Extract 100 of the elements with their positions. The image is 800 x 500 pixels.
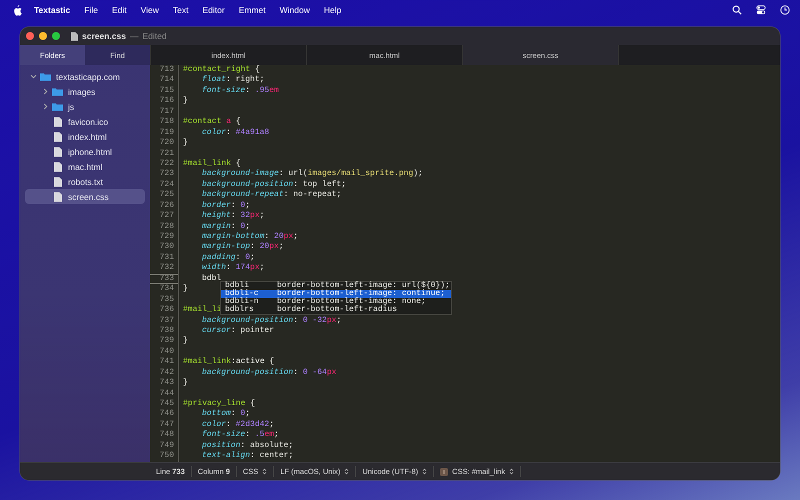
code-line: font-size: .5em; (201, 430, 279, 441)
line-number: 717 (150, 106, 179, 118)
code-line: background-position: top left; (201, 180, 346, 190)
code-line: margin-bottom: 20px; (201, 232, 298, 242)
menu-item[interactable]: Help (324, 5, 342, 15)
zoom-button[interactable] (52, 32, 60, 40)
line-number: 727 (150, 211, 179, 222)
code-line: position: absolute; (201, 440, 294, 451)
code-line: background-position: 0 -64px (201, 368, 336, 378)
line-number: 713 (150, 65, 179, 76)
menu-item[interactable]: Textastic (34, 5, 70, 15)
file-tree-item[interactable]: robots.txt (25, 174, 145, 189)
line-number: 716 (150, 96, 179, 107)
code-line: } (182, 336, 188, 347)
menu-item[interactable]: View (140, 5, 159, 15)
menu-item[interactable]: Editor (202, 5, 225, 15)
completion-item[interactable]: bdbli-n border-bottom-left-image: none; (221, 298, 451, 306)
line-number: 732 (150, 263, 179, 274)
line-number: 725 (150, 190, 179, 201)
line-number: 729 (150, 232, 179, 242)
line-number: 743 (150, 378, 179, 389)
folder-icon (52, 102, 63, 111)
line-number: 740 (150, 346, 179, 358)
line-number: 720 (150, 138, 179, 148)
code-line: #privacy_line { (182, 399, 256, 409)
line-number: 738 (150, 326, 179, 336)
line-number: 718 (150, 117, 179, 128)
completion-item[interactable]: bdblrs border-bottom-left-radius (221, 306, 451, 314)
minimize-button[interactable] (39, 32, 47, 40)
code-line: bottom: 0; (201, 409, 250, 420)
line-number: 714 (150, 75, 179, 86)
file-tree-item[interactable]: favicon.ico (25, 114, 145, 129)
line-number: 728 (150, 222, 179, 232)
line-number: 745 (150, 399, 179, 410)
menu-item[interactable]: File (84, 5, 98, 15)
code-line: #mail_li (182, 305, 222, 316)
menu-item[interactable]: Text (172, 5, 188, 15)
code-line: #mail_link { (182, 158, 241, 169)
code-line: #contact a { (182, 117, 241, 128)
line-number: 721 (150, 148, 179, 159)
chevron-icon[interactable] (30, 74, 37, 79)
file-tree-item[interactable]: js (25, 99, 145, 114)
up-down-chevron-icon (344, 468, 350, 475)
line-number: 730 (150, 242, 179, 253)
line-number: 737 (150, 316, 179, 326)
document-icon (71, 32, 78, 40)
code-line: background-repeat: no-repeat; (201, 190, 342, 201)
line-number: 722 (150, 158, 179, 170)
line-number: 736 (150, 305, 179, 316)
code-line: background-image: url(images/mail_sprite.png); (201, 169, 423, 180)
code-line: } (182, 96, 188, 107)
file-tree-item[interactable]: textasticapp.com (25, 69, 145, 84)
line-number: 746 (150, 409, 179, 420)
search-icon[interactable] (732, 5, 742, 15)
menu-item[interactable]: Edit (112, 5, 127, 15)
code-line: } (182, 284, 188, 295)
up-down-chevron-icon (262, 468, 268, 475)
menu-item[interactable]: Emmet (238, 5, 266, 15)
chevron-icon[interactable] (43, 103, 48, 110)
folder-icon (40, 72, 51, 81)
file-tree-item[interactable]: mac.html (25, 159, 145, 174)
line-number: 744 (150, 388, 179, 399)
window-title: screen.css (82, 31, 126, 41)
file-tree-item[interactable]: screen.css (25, 189, 145, 204)
line-number: 749 (150, 440, 179, 452)
completion-item[interactable]: bdbli border-bottom-left-image: url(${0}); (221, 282, 451, 290)
code-line: #contact_right { (182, 65, 260, 75)
symbol-badge-icon (440, 468, 448, 476)
folder-icon (52, 87, 63, 96)
code-line: font-size: .95em (201, 86, 279, 96)
code-line: #mail_link:active { (182, 357, 274, 368)
code-line: width: 174px; (201, 263, 264, 274)
close-button[interactable] (26, 32, 34, 40)
line-number: 742 (150, 368, 179, 378)
code-line: margin-top: 20px; (201, 242, 284, 253)
code-line: height: 32px; (201, 211, 264, 222)
control-center-icon[interactable] (756, 5, 766, 15)
code-line: color: #4a91a8 (201, 128, 270, 138)
menu-item[interactable]: Window (280, 5, 310, 15)
clock-icon[interactable] (780, 5, 790, 15)
code-line: } (182, 138, 188, 148)
code-line: background-position: 0 -32px; (201, 316, 342, 326)
code-line: float: right; (201, 75, 264, 86)
code-line: color: #2d3d42; (201, 420, 274, 430)
line-number: 735 (150, 294, 179, 306)
line-number: 724 (150, 180, 179, 190)
apple-logo-icon[interactable] (13, 4, 22, 16)
code-line: padding: 0; (201, 252, 255, 263)
title-separator: — (130, 31, 138, 41)
line-number: 726 (150, 200, 179, 212)
completion-item[interactable]: bdbli-c border-bottom-left-image: continue; (221, 290, 451, 298)
file-tree-item[interactable]: images (25, 84, 145, 99)
line-number: 715 (150, 86, 179, 96)
code-line: bdbl (201, 274, 222, 284)
file-tree-item[interactable]: iphone.html (25, 144, 145, 159)
code-line: cursor: pointer (201, 326, 274, 336)
code-line: } (182, 378, 188, 389)
up-down-chevron-icon (422, 468, 428, 475)
chevron-icon[interactable] (43, 88, 48, 95)
file-tree-item[interactable]: index.html (25, 129, 145, 144)
